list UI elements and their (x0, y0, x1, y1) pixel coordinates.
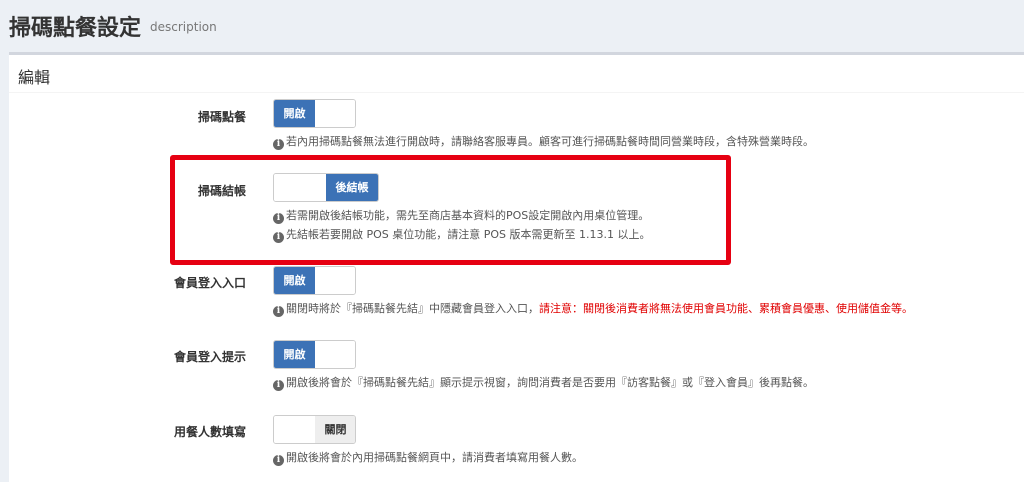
info-circle-icon: i (273, 455, 284, 466)
scan-order-label: 掃碼點餐 (197, 110, 246, 124)
info-circle-icon: i (273, 306, 284, 317)
party-size-toggle[interactable]: 關閉 (273, 415, 356, 444)
member-login-entry-warning: 請注意：關閉後消費者將無法使用會員功能、累積會員優惠、使用儲值金等。 (539, 302, 913, 315)
member-login-prompt-toggle-handle (315, 341, 355, 368)
page-description: description (150, 20, 217, 34)
scan-checkout-label: 掃碼結帳 (197, 184, 246, 198)
panel-title: 編輯 (18, 68, 51, 87)
info-circle-icon: i (273, 213, 284, 224)
scan-checkout-toggle-post-pay: 後結帳 (326, 174, 378, 201)
member-login-entry-help: i 關閉時將於『掃碼點餐先結』中隱藏會員登入入口，請注意：關閉後消費者將無法使用會… (273, 301, 913, 317)
panel-header: 編輯 (9, 55, 1024, 93)
info-circle-icon: i (273, 232, 284, 243)
party-size-label: 用餐人數填寫 (173, 425, 246, 439)
scan-order-toggle-on: 開啟 (274, 100, 315, 127)
party-size-toggle-handle (274, 416, 315, 443)
info-circle-icon: i (273, 139, 284, 150)
page-header: 掃碼點餐設定 description (0, 0, 1024, 50)
scan-checkout-toggle-handle (274, 174, 326, 201)
scan-order-toggle-handle (315, 100, 355, 127)
party-size-help: i 開啟後將會於內用掃碼點餐網頁中，請消費者填寫用餐人數。 (273, 450, 583, 466)
page-title: 掃碼點餐設定 (9, 16, 142, 41)
scan-checkout-help-2: i 先結帳若要開啟 POS 桌位功能，請注意 POS 版本需更新至 1.13.1 … (273, 227, 651, 243)
info-circle-icon: i (273, 380, 284, 391)
scan-checkout-help-1: i 若需開啟後結帳功能，需先至商店基本資料的POS設定開啟內用桌位管理。 (273, 208, 649, 224)
member-login-prompt-toggle-on: 開啟 (274, 341, 315, 368)
member-login-entry-toggle-on: 開啟 (274, 267, 315, 294)
member-login-prompt-help: i 開啟後將會於『掃碼點餐先結』顯示提示視窗，詢問消費者是否要用『訪客點餐』或『登… (273, 375, 814, 391)
member-login-entry-toggle[interactable]: 開啟 (273, 266, 356, 295)
member-login-entry-label: 會員登入入口 (173, 276, 246, 290)
scan-checkout-toggle[interactable]: 後結帳 (273, 173, 379, 202)
member-login-entry-toggle-handle (315, 267, 355, 294)
member-login-prompt-label: 會員登入提示 (173, 350, 246, 364)
scan-order-toggle[interactable]: 開啟 (273, 99, 356, 128)
member-login-prompt-toggle[interactable]: 開啟 (273, 340, 356, 369)
party-size-toggle-off: 關閉 (315, 416, 355, 443)
scan-order-help: i 若內用掃碼點餐無法進行開啟時，請聯絡客服專員。顧客可進行掃碼點餐時間同營業時段… (273, 134, 814, 150)
